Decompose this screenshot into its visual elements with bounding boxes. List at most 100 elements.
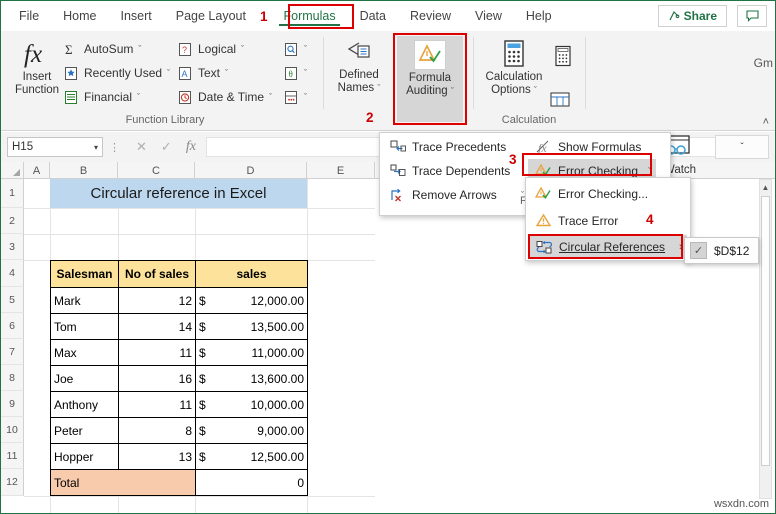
autosum-caret-icon[interactable]: ˇ bbox=[138, 44, 141, 54]
menu-item-trace-precedents[interactable]: Trace Precedents bbox=[382, 135, 522, 158]
enter-check-icon[interactable]: ✓ bbox=[161, 139, 172, 155]
row-header-5[interactable]: 5 bbox=[1, 287, 24, 313]
column-header-A[interactable]: A bbox=[24, 162, 50, 179]
date-time-button[interactable]: Date & Time ˇ bbox=[177, 89, 272, 105]
name-box[interactable]: H15 ▾ bbox=[7, 137, 103, 157]
date-time-caret-icon[interactable]: ˇ bbox=[269, 92, 272, 102]
vertical-scrollbar[interactable]: ▲ bbox=[759, 179, 772, 499]
formula-auditing-caret-icon[interactable]: ˇ bbox=[451, 86, 454, 96]
lookup-reference-caret-icon[interactable]: ˇ bbox=[304, 44, 307, 54]
cell-salesman-3[interactable]: Max bbox=[50, 339, 119, 366]
submenu-item-error-checking[interactable]: Error Checking... bbox=[528, 181, 688, 206]
recently-used-caret-icon[interactable]: ˇ bbox=[167, 68, 170, 78]
more-functions-button[interactable]: ˇ bbox=[283, 89, 307, 105]
cell-salesman-5[interactable]: Anthony bbox=[50, 391, 119, 418]
cell-count-6[interactable]: 8 bbox=[118, 417, 196, 444]
row-header-6[interactable]: 6 bbox=[1, 313, 24, 339]
column-header-E[interactable]: E bbox=[307, 162, 375, 179]
cell-count-2[interactable]: 14 bbox=[118, 313, 196, 340]
formula-auditing-button[interactable]: Formula Auditing ˇ bbox=[397, 36, 463, 122]
row-header-9[interactable]: 9 bbox=[1, 391, 24, 417]
scroll-up-icon[interactable]: ▲ bbox=[760, 180, 771, 194]
submenu-item-trace-error[interactable]: Trace Error bbox=[528, 208, 688, 233]
cell-salesman-1[interactable]: Mark bbox=[50, 287, 119, 314]
collapse-ribbon-button[interactable]: ˄ bbox=[763, 116, 769, 128]
cell-amount-4[interactable]: $ 13,600.00 bbox=[195, 365, 308, 392]
menu-item-show-formulas[interactable]: fx Show Formulas bbox=[528, 135, 658, 158]
calculation-options-caret-icon[interactable]: ˇ bbox=[534, 85, 537, 95]
cell-amount-3[interactable]: $ 11,000.00 bbox=[195, 339, 308, 366]
cell-salesman-6[interactable]: Peter bbox=[50, 417, 119, 444]
error-checking-caret-icon[interactable]: ˇ bbox=[638, 166, 651, 176]
menu-item-remove-arrows[interactable]: Remove Arrows ˇ bbox=[382, 183, 532, 206]
cell-count-3[interactable]: 11 bbox=[118, 339, 196, 366]
tab-review[interactable]: Review bbox=[400, 5, 461, 27]
column-header-D[interactable]: D bbox=[195, 162, 307, 179]
text-caret-icon[interactable]: ˇ bbox=[225, 68, 228, 78]
cell-header-salesman[interactable]: Salesman bbox=[50, 260, 119, 288]
menu-item-trace-dependents[interactable]: Trace Dependents bbox=[382, 159, 522, 182]
row-header-12[interactable]: 12 bbox=[1, 469, 24, 496]
row-header-11[interactable]: 11 bbox=[1, 443, 24, 469]
name-box-caret-icon[interactable]: ▾ bbox=[94, 143, 98, 152]
calculate-now-button[interactable] bbox=[553, 45, 573, 67]
cell-count-4[interactable]: 16 bbox=[118, 365, 196, 392]
tab-view[interactable]: View bbox=[465, 5, 512, 27]
lookup-reference-button[interactable]: ˇ bbox=[283, 41, 307, 57]
cell-salesman-7[interactable]: Hopper bbox=[50, 443, 119, 470]
cell-amount-5[interactable]: $ 10,000.00 bbox=[195, 391, 308, 418]
cell-header-no-of-sales[interactable]: No of sales bbox=[118, 260, 196, 288]
calculation-options-button[interactable]: Calculation Options ˇ bbox=[481, 39, 547, 97]
share-button[interactable]: Share bbox=[657, 5, 727, 27]
tab-file[interactable]: File bbox=[9, 5, 49, 27]
insert-function-button[interactable]: fx Insert Function bbox=[9, 39, 65, 97]
tab-home[interactable]: Home bbox=[53, 5, 106, 27]
cell-salesman-2[interactable]: Tom bbox=[50, 313, 119, 340]
logical-caret-icon[interactable]: ˇ bbox=[241, 44, 244, 54]
cell-count-5[interactable]: 11 bbox=[118, 391, 196, 418]
defined-names-button[interactable]: Defined Names ˇ bbox=[331, 39, 387, 95]
text-button[interactable]: A Text ˇ bbox=[177, 65, 228, 81]
cell-salesman-4[interactable]: Joe bbox=[50, 365, 119, 392]
circular-reference-cell[interactable]: $D$12 bbox=[714, 244, 749, 258]
tab-formulas[interactable]: Formulas bbox=[273, 5, 345, 27]
more-functions-caret-icon[interactable]: ˇ bbox=[304, 92, 307, 102]
cell-total-value[interactable]: 0 bbox=[195, 469, 308, 496]
comment-button[interactable] bbox=[737, 5, 767, 27]
row-header-1[interactable]: 1 bbox=[1, 179, 24, 208]
row-header-4[interactable]: 4 bbox=[1, 260, 24, 287]
tab-insert[interactable]: Insert bbox=[111, 5, 162, 27]
row-header-8[interactable]: 8 bbox=[1, 365, 24, 391]
select-all-corner[interactable] bbox=[1, 162, 24, 179]
calculate-sheet-button[interactable] bbox=[549, 89, 571, 109]
math-trig-caret-icon[interactable]: ˇ bbox=[304, 68, 307, 78]
cell-count-1[interactable]: 12 bbox=[118, 287, 196, 314]
row-header-2[interactable]: 2 bbox=[1, 208, 24, 234]
cell-amount-1[interactable]: $ 12,000.00 bbox=[195, 287, 308, 314]
cell-amount-6[interactable]: $ 9,000.00 bbox=[195, 417, 308, 444]
insert-function-icon[interactable]: fx bbox=[186, 139, 196, 155]
tab-data[interactable]: Data bbox=[350, 5, 396, 27]
cell-title[interactable]: Circular reference in Excel bbox=[50, 179, 307, 208]
logical-button[interactable]: ? Logical ˇ bbox=[177, 41, 244, 57]
defined-names-caret-icon[interactable]: ˇ bbox=[377, 83, 380, 93]
tab-help[interactable]: Help bbox=[516, 5, 562, 27]
cell-header-sales[interactable]: sales bbox=[195, 260, 308, 288]
scrollbar-thumb[interactable] bbox=[761, 196, 770, 466]
cell-amount-7[interactable]: $ 12,500.00 bbox=[195, 443, 308, 470]
column-header-B[interactable]: B bbox=[50, 162, 118, 179]
financial-button[interactable]: Financial ˇ bbox=[63, 89, 140, 105]
financial-caret-icon[interactable]: ˇ bbox=[137, 92, 140, 102]
recently-used-button[interactable]: Recently Used ˇ bbox=[63, 65, 170, 81]
cell-count-7[interactable]: 13 bbox=[118, 443, 196, 470]
cell-amount-2[interactable]: $ 13,500.00 bbox=[195, 313, 308, 340]
row-header-10[interactable]: 10 bbox=[1, 417, 24, 443]
formula-bar-expand-button[interactable]: ˇ bbox=[715, 135, 769, 159]
math-trig-button[interactable]: θ ˇ bbox=[283, 65, 307, 81]
column-header-C[interactable]: C bbox=[118, 162, 195, 179]
row-header-7[interactable]: 7 bbox=[1, 339, 24, 365]
tab-page-layout[interactable]: Page Layout bbox=[166, 5, 256, 27]
autosum-button[interactable]: Σ AutoSum ˇ bbox=[63, 41, 141, 57]
row-header-3[interactable]: 3 bbox=[1, 234, 24, 260]
circular-references-submenu[interactable]: ✓ $D$12 bbox=[684, 237, 760, 264]
